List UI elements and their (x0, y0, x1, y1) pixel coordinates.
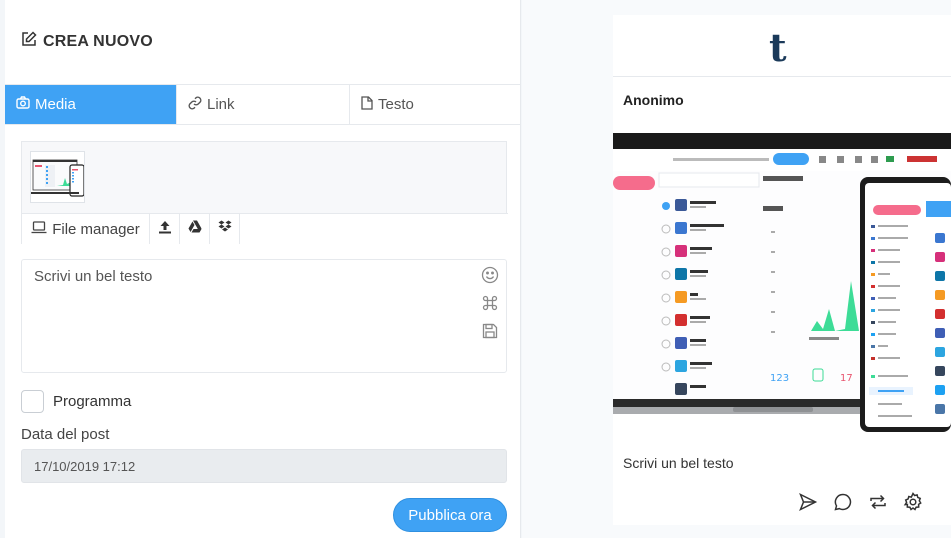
link-icon (188, 96, 202, 114)
publish-now-button[interactable]: Pubblica ora (393, 498, 507, 532)
document-icon (361, 95, 373, 114)
composer-panel: CREA NUOVO Media Link Testo File manager… (5, 0, 521, 538)
media-toolbar: File manager (22, 213, 508, 244)
preview-panel: t Anonimo 123 17 Scrivi un bel testo (522, 0, 951, 538)
post-date-field[interactable]: 17/10/2019 17:12 (21, 449, 507, 483)
tumblr-logo: t (769, 25, 787, 70)
google-drive-icon (188, 220, 202, 238)
textarea-tools (481, 266, 499, 345)
post-text-area[interactable]: Scrivi un bel testo (21, 259, 507, 373)
svg-text:123: 123 (770, 373, 789, 384)
post-text-value: Scrivi un bel testo (34, 268, 153, 285)
account-name: Anonimo (623, 92, 684, 108)
edit-icon (21, 31, 37, 52)
send-icon[interactable] (798, 492, 818, 512)
command-icon[interactable] (481, 294, 499, 317)
google-drive-button[interactable] (180, 214, 210, 244)
tab-link[interactable]: Link (177, 85, 350, 124)
post-date-value: 17/10/2019 17:12 (34, 458, 136, 474)
comment-icon[interactable] (833, 492, 853, 512)
emoji-icon[interactable] (481, 266, 499, 289)
composer-title: CREA NUOVO (43, 32, 153, 50)
tab-text[interactable]: Testo (350, 85, 521, 124)
camera-icon (16, 96, 30, 113)
upload-button[interactable] (150, 214, 180, 244)
save-icon[interactable] (481, 322, 499, 345)
tab-media[interactable]: Media (5, 85, 177, 124)
laptop-icon (31, 220, 47, 238)
preview-actions (798, 492, 923, 512)
composer-tabs: Media Link Testo (5, 85, 521, 125)
schedule-label: Programma (53, 393, 132, 410)
file-manager-button[interactable]: File manager (22, 214, 150, 244)
svg-text:17: 17 (840, 373, 853, 384)
media-thumbnail[interactable] (30, 151, 85, 203)
schedule-row: Programma (21, 390, 131, 413)
preview-image: 123 17 (613, 131, 951, 436)
dropbox-icon (218, 220, 232, 238)
settings-icon[interactable] (903, 492, 923, 512)
card-divider (613, 76, 951, 77)
tab-text-label: Testo (378, 96, 414, 113)
repost-icon[interactable] (868, 492, 888, 512)
schedule-checkbox[interactable] (21, 390, 44, 413)
tab-link-label: Link (207, 96, 235, 113)
preview-caption: Scrivi un bel testo (623, 455, 734, 471)
upload-icon (158, 220, 172, 239)
dropbox-button[interactable] (210, 214, 240, 244)
tumblr-preview-card: t Anonimo 123 17 Scrivi un bel testo (613, 15, 951, 525)
media-area: File manager (21, 141, 508, 244)
tab-media-label: Media (35, 96, 76, 113)
composer-header: CREA NUOVO (21, 31, 153, 52)
post-date-label: Data del post (21, 426, 110, 443)
file-manager-label: File manager (52, 220, 140, 238)
